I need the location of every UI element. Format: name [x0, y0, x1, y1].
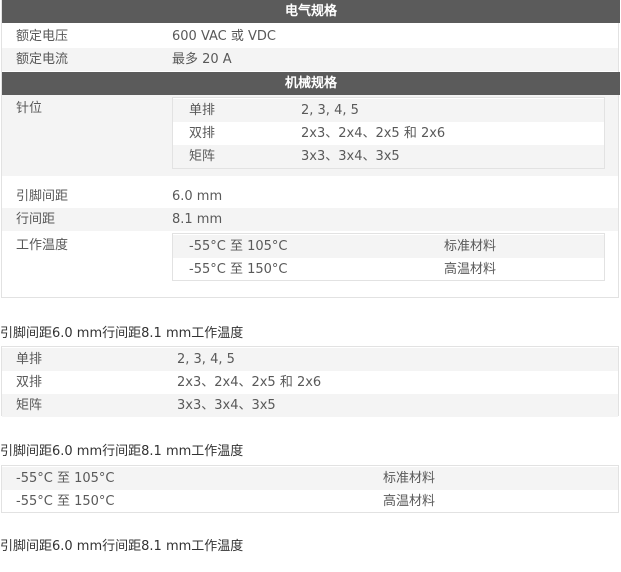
temp-material: 标准材料 — [383, 471, 436, 486]
temp-label: 工作温度 — [16, 238, 69, 253]
rated-current-label: 额定电流 — [16, 52, 69, 67]
caption-2: 引脚间距6.0 mm行间距8.1 mm工作温度 — [0, 444, 244, 459]
rated-voltage-value: 600 VAC 或 VDC — [172, 29, 276, 44]
temp-material: 标准材料 — [444, 239, 497, 254]
pin-type: 矩阵 — [16, 398, 43, 413]
temp-range: -55°C 至 150°C — [189, 262, 288, 277]
rated-voltage-label: 额定电压 — [16, 29, 69, 44]
electrical-heading: 电气规格 — [2, 0, 620, 23]
pin-values: 2x3、2x4、2x5 和 2x6 — [301, 126, 446, 141]
pin-row-double: 双排 2x3、2x4、2x5 和 2x6 — [2, 371, 618, 394]
pin-type: 双排 — [189, 126, 216, 141]
temp-material: 高温材料 — [383, 494, 436, 509]
pins-label: 针位 — [16, 101, 43, 116]
temp-material: 高温材料 — [444, 262, 497, 277]
pin-values: 3x3、3x4、3x5 — [177, 398, 276, 413]
temp-range: -55°C 至 150°C — [16, 494, 115, 509]
caption-3: 引脚间距6.0 mm行间距8.1 mm工作温度 — [0, 539, 244, 554]
pin-values: 2, 3, 4, 5 — [301, 103, 359, 118]
temp-range: -55°C 至 105°C — [189, 239, 288, 254]
rated-current-value: 最多 20 A — [172, 52, 232, 67]
pin-row-matrix: 矩阵 3x3、3x4、3x5 — [173, 145, 604, 168]
rated-current-row: 额定电流 最多 20 A — [2, 48, 618, 71]
pin-type: 单排 — [16, 352, 43, 367]
rated-voltage-row: 额定电压 600 VAC 或 VDC — [2, 25, 618, 48]
row-spacing-row: 行间距 8.1 mm — [2, 208, 618, 231]
pin-row-single: 单排 2, 3, 4, 5 — [2, 348, 618, 371]
pitch-value: 6.0 mm — [172, 189, 223, 204]
pin-type: 矩阵 — [189, 149, 216, 164]
mechanical-heading: 机械规格 — [2, 72, 620, 95]
pin-row-double: 双排 2x3、2x4、2x5 和 2x6 — [173, 122, 604, 145]
pins-inner-table: 单排 2, 3, 4, 5 双排 2x3、2x4、2x5 和 2x6 矩阵 3x… — [172, 97, 605, 169]
pins-row: 针位 单排 2, 3, 4, 5 双排 2x3、2x4、2x5 和 2x6 矩阵… — [2, 95, 618, 176]
pin-row-single: 单排 2, 3, 4, 5 — [173, 99, 604, 122]
pins-standalone-table: 单排 2, 3, 4, 5 双排 2x3、2x4、2x5 和 2x6 矩阵 3x… — [1, 346, 619, 417]
temp-inner-table: -55°C 至 105°C 标准材料 -55°C 至 150°C 高温材料 — [172, 233, 605, 281]
temp-row-standard: -55°C 至 105°C 标准材料 — [2, 467, 618, 490]
caption-1: 引脚间距6.0 mm行间距8.1 mm工作温度 — [0, 326, 244, 341]
pitch-row: 引脚间距 6.0 mm — [2, 185, 618, 208]
temp-row-high: -55°C 至 150°C 高温材料 — [2, 490, 618, 513]
pin-row-matrix: 矩阵 3x3、3x4、3x5 — [2, 394, 618, 417]
row-spacing-label: 行间距 — [16, 212, 56, 227]
temp-range: -55°C 至 105°C — [16, 471, 115, 486]
temps-standalone-table: -55°C 至 105°C 标准材料 -55°C 至 150°C 高温材料 — [1, 465, 619, 513]
pin-values: 2x3、2x4、2x5 和 2x6 — [177, 375, 322, 390]
pitch-label: 引脚间距 — [16, 189, 69, 204]
spec-table: 电气规格 额定电压 600 VAC 或 VDC 额定电流 最多 20 A 机械规… — [1, 0, 620, 298]
pin-type: 双排 — [16, 375, 43, 390]
pin-values: 2, 3, 4, 5 — [177, 352, 235, 367]
temp-row: 工作温度 -55°C 至 105°C 标准材料 -55°C 至 150°C 高温… — [2, 233, 618, 288]
row-spacing-value: 8.1 mm — [172, 212, 223, 227]
temp-row-high: -55°C 至 150°C 高温材料 — [173, 258, 604, 281]
pin-values: 3x3、3x4、3x5 — [301, 149, 400, 164]
temp-row-standard: -55°C 至 105°C 标准材料 — [173, 235, 604, 258]
pin-type: 单排 — [189, 103, 216, 118]
